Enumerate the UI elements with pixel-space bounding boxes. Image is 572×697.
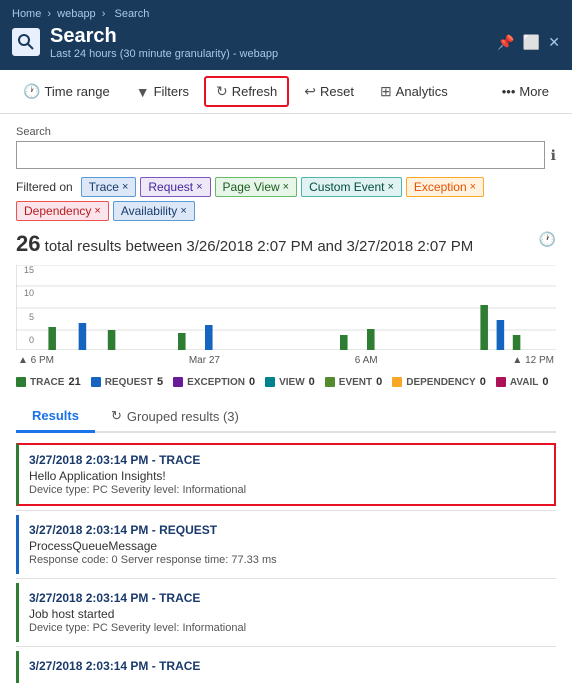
app-header: Home › webapp › Search Search Last 24 ho… [0, 0, 572, 70]
analytics-icon: ⊞ [380, 83, 392, 100]
tabs-row: Results ↻ Grouped results (3) [16, 402, 556, 433]
remove-request[interactable]: × [196, 181, 202, 193]
filter-label: Filtered on [16, 180, 73, 194]
request-dot [91, 377, 101, 387]
page-title: Search [50, 24, 278, 48]
result-3-meta: Device type: PC Severity level: Informat… [29, 622, 546, 634]
divider-1 [16, 510, 556, 511]
time-range-button[interactable]: 🕐 Time range [12, 77, 121, 106]
maximize-icon[interactable]: ⬜ [523, 34, 540, 51]
filter-exception[interactable]: Exception × [406, 177, 484, 197]
x-axis-labels: ▲ 6 PM Mar 27 6 AM ▲ 12 PM [16, 355, 556, 366]
exception-dot [173, 377, 183, 387]
filter-trace[interactable]: Trace × [81, 177, 137, 197]
legend-event: EVENT 0 [325, 376, 382, 388]
tab-grouped-results[interactable]: ↻ Grouped results (3) [95, 402, 255, 433]
chart-svg [16, 265, 556, 350]
divider-2 [16, 578, 556, 579]
main-content: Search ℹ Filtered on Trace × Request × P… [0, 114, 572, 697]
filter-availability[interactable]: Availability × [113, 201, 195, 221]
clock-icon: 🕐 [23, 83, 40, 100]
page-subtitle: Last 24 hours (30 minute granularity) - … [50, 48, 278, 60]
view-dot [265, 377, 275, 387]
filter-request[interactable]: Request × [140, 177, 210, 197]
results-text: total results between 3/26/2018 2:07 PM … [45, 238, 474, 255]
remove-dependency[interactable]: × [94, 205, 100, 217]
result-1-meta: Device type: PC Severity level: Informat… [29, 484, 544, 496]
app-icon [12, 28, 40, 56]
legend-dependency: DEPENDENCY 0 [392, 376, 486, 388]
filter-pageview[interactable]: Page View × [215, 177, 298, 197]
chart-body: ▲ 6 PM Mar 27 6 AM ▲ 12 PM [16, 265, 556, 366]
result-3-header: 3/27/2018 2:03:14 PM - TRACE [29, 591, 546, 605]
event-dot [325, 377, 335, 387]
chart-with-labels: 15 10 5 0 [16, 265, 556, 366]
more-button[interactable]: ••• More [491, 78, 560, 105]
result-4-header: 3/27/2018 2:03:14 PM - TRACE [29, 659, 546, 673]
result-item-3[interactable]: 3/27/2018 2:03:14 PM - TRACE Job host st… [16, 583, 556, 642]
result-2-header: 3/27/2018 2:03:14 PM - REQUEST [29, 523, 546, 537]
legend-trace: TRACE 21 [16, 376, 81, 388]
search-input[interactable] [16, 141, 545, 169]
filter-row: Filtered on Trace × Request × Page View … [16, 177, 556, 221]
remove-exception[interactable]: × [470, 181, 476, 193]
title-row: Search Last 24 hours (30 minute granular… [12, 24, 560, 60]
app-title-text: Search Last 24 hours (30 minute granular… [50, 24, 278, 60]
info-icon: ℹ [551, 147, 556, 164]
legend-exception: EXCEPTION 0 [173, 376, 255, 388]
pin-icon[interactable]: 📌 [497, 34, 514, 51]
refresh-button[interactable]: ↻ Refresh [204, 76, 289, 107]
reset-icon: ↩ [304, 83, 316, 100]
breadcrumb: Home › webapp › Search [12, 8, 560, 20]
result-3-body: Job host started [29, 607, 546, 621]
result-2-body: ProcessQueueMessage [29, 539, 546, 553]
reset-button[interactable]: ↩ Reset [293, 77, 365, 106]
divider-3 [16, 646, 556, 647]
results-list: 3/27/2018 2:03:14 PM - TRACE Hello Appli… [16, 443, 556, 683]
results-number: 26 [16, 231, 40, 256]
refresh-icon: ↻ [216, 83, 228, 100]
toolbar: 🕐 Time range ▼ Filters ↻ Refresh ↩ Reset… [0, 70, 572, 114]
filter-customevent[interactable]: Custom Event × [301, 177, 402, 197]
trace-dot [16, 377, 26, 387]
result-item-2[interactable]: 3/27/2018 2:03:14 PM - REQUEST ProcessQu… [16, 515, 556, 574]
legend-request: REQUEST 5 [91, 376, 163, 388]
filter-icon: ▼ [136, 84, 150, 100]
title-left: Search Last 24 hours (30 minute granular… [12, 24, 278, 60]
remove-customevent[interactable]: × [387, 181, 393, 193]
result-2-meta: Response code: 0 Server response time: 7… [29, 554, 546, 566]
result-1-body: Hello Application Insights! [29, 469, 544, 483]
window-controls: 📌 ⬜ ✕ [497, 34, 560, 51]
history-icon[interactable]: 🕐 [539, 231, 556, 248]
remove-availability[interactable]: × [180, 205, 186, 217]
results-count: 26 total results between 3/26/2018 2:07 … [16, 231, 556, 257]
legend: TRACE 21 REQUEST 5 EXCEPTION 0 VIEW 0 EV… [16, 376, 556, 388]
analytics-button[interactable]: ⊞ Analytics [369, 77, 459, 106]
close-icon[interactable]: ✕ [548, 34, 560, 51]
chart-container: 15 10 5 0 [16, 265, 556, 366]
remove-pageview[interactable]: × [283, 181, 289, 193]
sync-icon: ↻ [111, 408, 122, 424]
more-dots-icon: ••• [502, 84, 516, 99]
result-item-4[interactable]: 3/27/2018 2:03:14 PM - TRACE [16, 651, 556, 683]
dependency-dot [392, 377, 402, 387]
remove-trace[interactable]: × [122, 181, 128, 193]
search-label: Search [16, 126, 556, 138]
result-item-1[interactable]: 3/27/2018 2:03:14 PM - TRACE Hello Appli… [16, 443, 556, 506]
filters-button[interactable]: ▼ Filters [125, 78, 200, 106]
result-1-header: 3/27/2018 2:03:14 PM - TRACE [29, 453, 544, 467]
tab-results[interactable]: Results [16, 402, 95, 433]
avail-dot [496, 377, 506, 387]
legend-avail: AVAIL 0 [496, 376, 549, 388]
search-row: ℹ [16, 141, 556, 169]
filter-dependency[interactable]: Dependency × [16, 201, 109, 221]
legend-view: VIEW 0 [265, 376, 315, 388]
